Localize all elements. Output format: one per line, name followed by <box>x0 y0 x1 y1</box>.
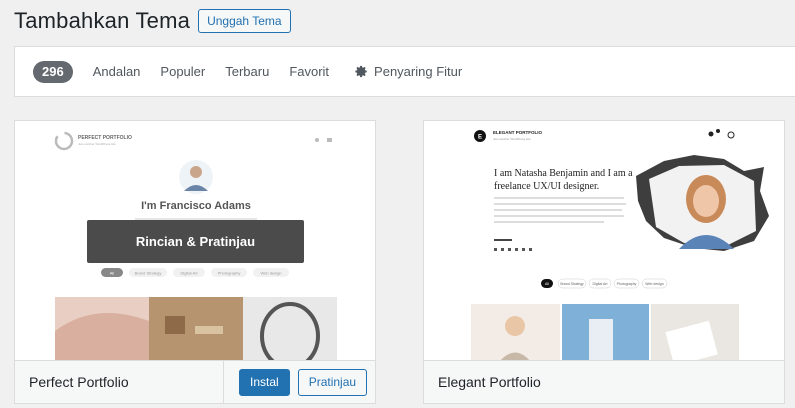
mini-brand-sub: Just another WordPress site <box>493 137 531 141</box>
mini-chip: Digital Art <box>593 282 608 286</box>
theme-name-bar: Perfect Portfolio Instal Pratinjau <box>15 360 375 403</box>
svg-text:E: E <box>478 135 482 141</box>
mini-chip: Photography <box>218 271 241 276</box>
mini-chip: Web design <box>645 282 663 286</box>
theme-name: Elegant Portfolio <box>438 374 541 390</box>
mini-brand-sub: Just another WordPress site <box>78 142 116 146</box>
tab-popular[interactable]: Populer <box>160 64 205 79</box>
theme-screenshot[interactable]: E ELEGANT PORTFOLIO Just another WordPre… <box>424 121 784 362</box>
upload-theme-button[interactable]: Unggah Tema <box>198 9 291 33</box>
tab-latest[interactable]: Terbaru <box>225 64 269 79</box>
preview-button[interactable]: Pratinjau <box>297 368 368 396</box>
mini-brand: PERFECT PORTFOLIO <box>78 135 132 141</box>
feature-filter-label: Penyaring Fitur <box>374 64 463 79</box>
mini-chip: Digital Art <box>180 271 198 276</box>
feature-filter-button[interactable]: Penyaring Fitur <box>355 64 462 79</box>
page-header: Tambahkan Tema Unggah Tema <box>14 7 291 35</box>
mini-chip: All <box>110 271 115 276</box>
mini-chip: Web design <box>260 271 281 276</box>
mini-headline: I am Natasha Benjamin and I am a <box>494 168 633 179</box>
gear-icon <box>355 65 367 78</box>
theme-card-perfect-portfolio[interactable]: PERFECT PORTFOLIO Just another WordPress… <box>14 120 376 404</box>
mini-brand: ELEGANT PORTFOLIO <box>493 130 542 135</box>
theme-actions: Instal Pratinjau <box>223 361 375 403</box>
mini-chip: Brand Strategy <box>560 282 584 286</box>
tab-featured[interactable]: Andalan <box>93 64 141 79</box>
mini-chip: Photography <box>617 282 637 286</box>
mini-chip: Brand Strategy <box>135 271 162 276</box>
theme-count-badge: 296 <box>33 60 73 83</box>
theme-screenshot-art: E ELEGANT PORTFOLIO Just another WordPre… <box>471 129 769 362</box>
details-preview-overlay[interactable]: Rincian & Pratinjau <box>87 220 304 263</box>
install-button[interactable]: Instal <box>239 368 290 396</box>
theme-card-elegant-portfolio[interactable]: E ELEGANT PORTFOLIO Just another WordPre… <box>423 120 785 404</box>
filter-bar: 296 Andalan Populer Terbaru Favorit Peny… <box>14 46 795 97</box>
mini-hero: I'm Francisco Adams <box>141 200 251 212</box>
mini-headline: freelance UX/UI designer. <box>494 181 599 192</box>
tab-favorites[interactable]: Favorit <box>289 64 329 79</box>
mini-chip: All <box>545 282 549 286</box>
theme-screenshot[interactable]: PERFECT PORTFOLIO Just another WordPress… <box>15 121 375 362</box>
theme-name-bar: Elegant Portfolio <box>424 360 784 403</box>
page-title: Tambahkan Tema <box>14 8 191 33</box>
theme-name: Perfect Portfolio <box>29 374 129 390</box>
